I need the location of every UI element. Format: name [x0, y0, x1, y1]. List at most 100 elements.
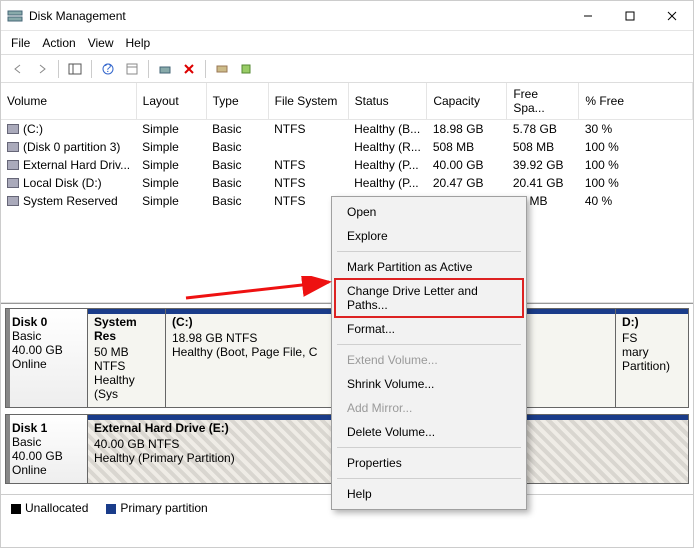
menu-file[interactable]: File	[11, 36, 30, 50]
cell-layout: Simple	[136, 174, 206, 192]
cell-layout: Simple	[136, 120, 206, 139]
menu-shrink-volume[interactable]: Shrink Volume...	[335, 372, 523, 396]
col-pct[interactable]: % Free	[579, 83, 693, 120]
menu-properties[interactable]: Properties	[335, 451, 523, 475]
unallocated-swatch	[11, 504, 21, 514]
partition-status: mary Partition)	[622, 345, 682, 373]
col-free[interactable]: Free Spa...	[507, 83, 579, 120]
col-capacity[interactable]: Capacity	[427, 83, 507, 120]
primary-swatch	[106, 504, 116, 514]
disk-size: 40.00 GB	[12, 343, 81, 357]
cell-capacity: 18.98 GB	[427, 120, 507, 139]
context-menu: Open Explore Mark Partition as Active Ch…	[331, 196, 527, 510]
volume-icon	[7, 196, 19, 206]
cell-type: Basic	[206, 156, 268, 174]
cell-pct: 40 %	[579, 192, 693, 210]
menu-add-mirror: Add Mirror...	[335, 396, 523, 420]
volume-name: (Disk 0 partition 3)	[23, 140, 120, 154]
disk-status: Online	[12, 463, 81, 477]
partition-title: System Res	[94, 315, 159, 343]
cell-free: 5.78 GB	[507, 120, 579, 139]
settings-icon[interactable]	[121, 59, 143, 79]
col-status[interactable]: Status	[348, 83, 427, 120]
legend-unallocated: Unallocated	[25, 501, 88, 515]
cell-type: Basic	[206, 138, 268, 156]
menu-bar: File Action View Help	[1, 31, 693, 55]
forward-icon[interactable]	[31, 59, 53, 79]
refresh-icon[interactable]	[154, 59, 176, 79]
cell-layout: Simple	[136, 138, 206, 156]
volume-name: Local Disk (D:)	[23, 176, 102, 190]
disk-icon[interactable]	[211, 59, 233, 79]
window-title: Disk Management	[29, 9, 567, 23]
help-icon[interactable]: ?	[97, 59, 119, 79]
cell-fs: NTFS	[268, 120, 348, 139]
disk-type: Basic	[12, 435, 81, 449]
back-icon[interactable]	[7, 59, 29, 79]
menu-view[interactable]: View	[88, 36, 114, 50]
volume-icon	[7, 124, 19, 134]
menu-help[interactable]: Help	[126, 36, 151, 50]
separator	[205, 60, 206, 78]
cell-status: Healthy (R...	[348, 138, 427, 156]
cell-free: 508 MB	[507, 138, 579, 156]
col-fs[interactable]: File System	[268, 83, 348, 120]
menu-mark-active[interactable]: Mark Partition as Active	[335, 255, 523, 279]
cell-layout: Simple	[136, 192, 206, 210]
partition-title: D:)	[622, 315, 682, 329]
separator	[337, 478, 521, 479]
partition-status: Healthy (Boot, Page File, C	[172, 345, 329, 359]
table-row[interactable]: Local Disk (D:)SimpleBasicNTFSHealthy (P…	[1, 174, 693, 192]
cell-free: 39.92 GB	[507, 156, 579, 174]
partition[interactable]: System Res50 MB NTFSHealthy (Sys	[88, 309, 166, 407]
col-layout[interactable]: Layout	[136, 83, 206, 120]
partition[interactable]: (C:)18.98 GB NTFSHealthy (Boot, Page Fil…	[166, 309, 336, 407]
cell-pct: 30 %	[579, 120, 693, 139]
minimize-button[interactable]	[567, 1, 609, 31]
cell-layout: Simple	[136, 156, 206, 174]
delete-icon[interactable]	[178, 59, 200, 79]
volume-icon	[7, 142, 19, 152]
show-hide-icon[interactable]	[64, 59, 86, 79]
cell-type: Basic	[206, 192, 268, 210]
disk-name: Disk 1	[12, 421, 81, 435]
disk-label[interactable]: Disk 1Basic40.00 GBOnline	[6, 415, 88, 483]
menu-help[interactable]: Help	[335, 482, 523, 506]
table-row[interactable]: (Disk 0 partition 3) SimpleBasic Healthy (…	[1, 138, 693, 156]
menu-format[interactable]: Format...	[335, 317, 523, 341]
cell-status: Healthy (P...	[348, 174, 427, 192]
cell-capacity: 508 MB	[427, 138, 507, 156]
partition-icon[interactable]	[235, 59, 257, 79]
cell-pct: 100 %	[579, 138, 693, 156]
col-type[interactable]: Type	[206, 83, 268, 120]
menu-extend-volume: Extend Volume...	[335, 348, 523, 372]
volume-icon	[7, 160, 19, 170]
maximize-button[interactable]	[609, 1, 651, 31]
menu-action[interactable]: Action	[42, 36, 75, 50]
separator	[148, 60, 149, 78]
menu-explore[interactable]: Explore	[335, 224, 523, 248]
table-row[interactable]: (C:) SimpleBasicNTFSHealthy (B...18.98 GB…	[1, 120, 693, 139]
toolbar: ?	[1, 55, 693, 83]
separator	[337, 447, 521, 448]
cell-type: Basic	[206, 120, 268, 139]
cell-free: 20.41 GB	[507, 174, 579, 192]
separator	[58, 60, 59, 78]
menu-delete-volume[interactable]: Delete Volume...	[335, 420, 523, 444]
disk-label[interactable]: Disk 0Basic40.00 GBOnline	[6, 309, 88, 407]
partition-size: FS	[622, 331, 682, 345]
cell-fs: NTFS	[268, 156, 348, 174]
cell-fs: NTFS	[268, 174, 348, 192]
separator	[337, 344, 521, 345]
close-button[interactable]	[651, 1, 693, 31]
menu-open[interactable]: Open	[335, 200, 523, 224]
table-row[interactable]: External Hard Driv...SimpleBasicNTFSHeal…	[1, 156, 693, 174]
cell-status: Healthy (B...	[348, 120, 427, 139]
cell-pct: 100 %	[579, 174, 693, 192]
partition[interactable]: D:) FSmary Partition)	[616, 309, 688, 407]
disk-status: Online	[12, 357, 81, 371]
cell-status: Healthy (P...	[348, 156, 427, 174]
menu-change-drive-letter[interactable]: Change Drive Letter and Paths...	[335, 279, 523, 317]
col-volume[interactable]: Volume	[1, 83, 136, 120]
volume-name: (C:)	[23, 122, 43, 136]
